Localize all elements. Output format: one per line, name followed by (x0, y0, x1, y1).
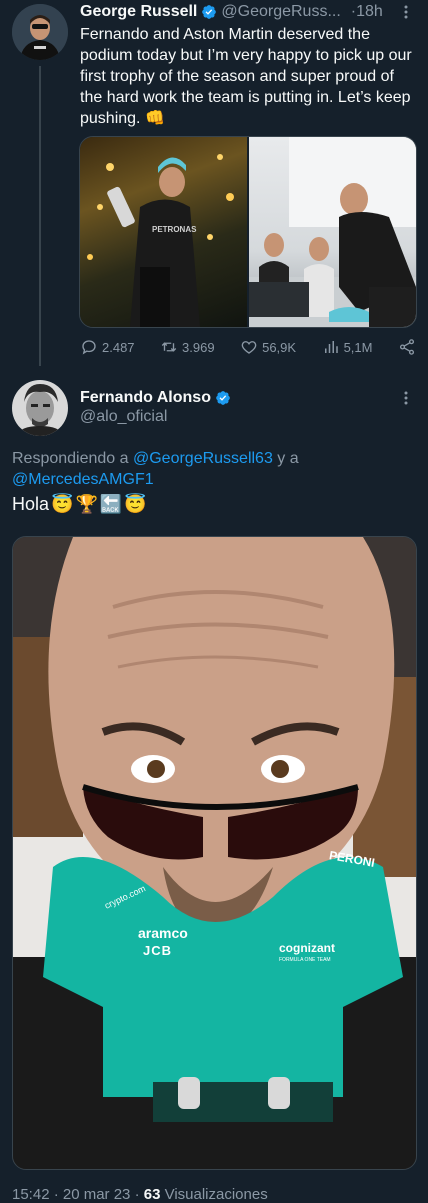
emoji-1: 😇 (51, 494, 74, 514)
like-count: 56,9K (262, 339, 297, 355)
replying-to: Respondiendo a @GeorgeRussell63 y a @Mer… (12, 448, 416, 490)
like-button[interactable]: 56,9K (240, 338, 296, 356)
more-icon[interactable] (398, 4, 414, 20)
reply-join: y a (272, 450, 299, 467)
reply-count: 2.487 (102, 339, 135, 355)
tweet-timestamp[interactable]: 15:42 · 20 mar 23 · (12, 1186, 144, 1203)
views-label: Visualizaciones (160, 1186, 268, 1203)
photo-garage[interactable] (249, 137, 416, 327)
verified-icon (216, 391, 230, 405)
reply-button[interactable]: 2.487 (80, 338, 135, 356)
views-total: 63 (143, 1186, 161, 1203)
author-name[interactable]: George Russell (80, 3, 197, 21)
views-button[interactable]: 5,1M (322, 338, 373, 356)
views-count: 5,1M (343, 339, 373, 355)
reply-mention-1[interactable]: @GeorgeRussell63 (133, 450, 273, 467)
tweet-text-hola: Hola (12, 494, 50, 514)
verified-icon (202, 5, 217, 19)
replying-prefix: Respondiendo a (12, 450, 133, 467)
share-icon (399, 339, 415, 355)
avatar-george-russell[interactable] (12, 4, 68, 60)
share-button[interactable] (398, 338, 416, 356)
views-icon (324, 341, 338, 353)
retweet-count: 3.969 (182, 339, 215, 355)
tweet-actions: 2.487 3.969 56,9K 5,1M (80, 336, 416, 358)
more-icon[interactable] (398, 390, 414, 406)
emoji-2: 🏆 (75, 494, 98, 514)
shirt-text-formula: FORMULA ONE TEAM (279, 957, 331, 963)
tweet-media-grid[interactable]: PETRONAS (79, 136, 417, 328)
reply-icon (82, 340, 96, 355)
tweet-text: Hola 😇 🏆 🔙 😇 (12, 494, 147, 515)
reply-mention-2[interactable]: @MercedesAMGF1 (12, 471, 154, 488)
tweet-meta: 15:42 · 20 mar 23 · 63 Visualizaciones (12, 1186, 268, 1203)
emoji-3: 🔙 (99, 494, 123, 514)
shirt-text-cognizant: cognizant (279, 941, 335, 955)
emoji-4: 😇 (124, 494, 147, 514)
retweet-icon (161, 342, 177, 352)
tweet-photo-selfie[interactable]: aramco JCB crypto.com cognizant FORMULA … (12, 536, 417, 1170)
avatar-fernando-alonso[interactable] (12, 380, 68, 436)
tweet-text: Fernando and Aston Martin deserved the p… (80, 26, 412, 127)
author-name[interactable]: Fernando Alonso (80, 389, 211, 407)
shirt-text-aramco: aramco (138, 925, 188, 941)
like-icon (241, 341, 257, 354)
tweet-time[interactable]: ·18h (351, 3, 383, 21)
retweet-button[interactable]: 3.969 (160, 338, 215, 356)
author-handle[interactable]: @alo_oficial (80, 408, 167, 426)
thread-line (39, 66, 41, 366)
author-handle[interactable]: @GeorgeRuss... (221, 3, 340, 21)
shirt-text-jcb: JCB (143, 943, 173, 958)
photo-text-petronas: PETRONAS (152, 225, 197, 234)
photo-trophy[interactable]: PETRONAS (80, 137, 247, 327)
